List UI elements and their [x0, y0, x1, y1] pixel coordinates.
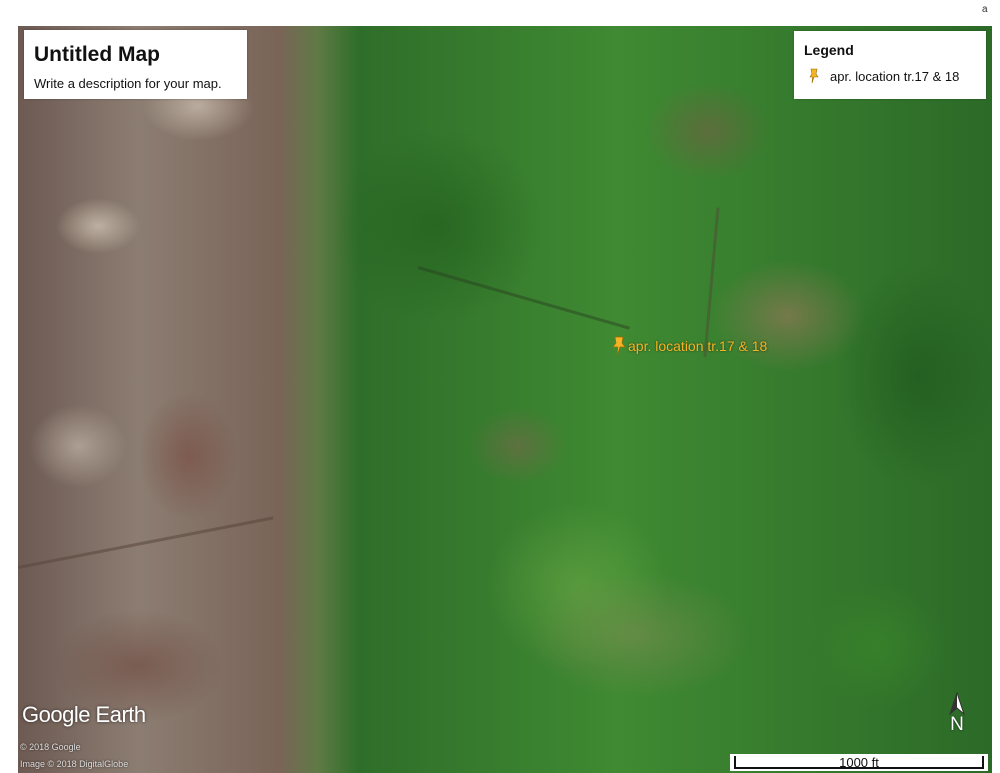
legend-title: Legend	[804, 42, 854, 58]
map-title[interactable]: Untitled Map	[34, 43, 160, 67]
copyright-google: © 2018 Google	[20, 742, 81, 752]
google-earth-logo: Google Earth	[22, 702, 146, 727]
satellite-imagery[interactable]	[18, 26, 992, 773]
map-title-panel: Untitled Map Write a description for you…	[24, 30, 247, 99]
legend-item[interactable]: apr. location tr.17 & 18	[808, 67, 959, 85]
scale-bar-label: 1000 ft	[839, 755, 879, 770]
legend-item-label: apr. location tr.17 & 18	[830, 68, 960, 84]
yellow-pushpin-icon[interactable]	[612, 335, 626, 357]
dry-terrain-area	[18, 26, 318, 773]
map-description[interactable]: Write a description for your map.	[34, 76, 222, 91]
placemark[interactable]: apr. location tr.17 & 18	[612, 335, 767, 357]
placemark-label: apr. location tr.17 & 18	[628, 338, 768, 354]
scale-bar: 1000 ft	[730, 754, 988, 771]
trail-line	[417, 266, 630, 330]
corner-mark: a	[982, 4, 988, 15]
copyright-imagery: Image © 2018 DigitalGlobe	[20, 759, 129, 769]
legend-panel: Legend apr. location tr.17 & 18	[794, 31, 986, 99]
north-arrow-icon	[944, 692, 970, 716]
compass: N	[944, 692, 970, 748]
yellow-pushpin-icon	[808, 68, 820, 84]
compass-north-label: N	[950, 714, 964, 735]
